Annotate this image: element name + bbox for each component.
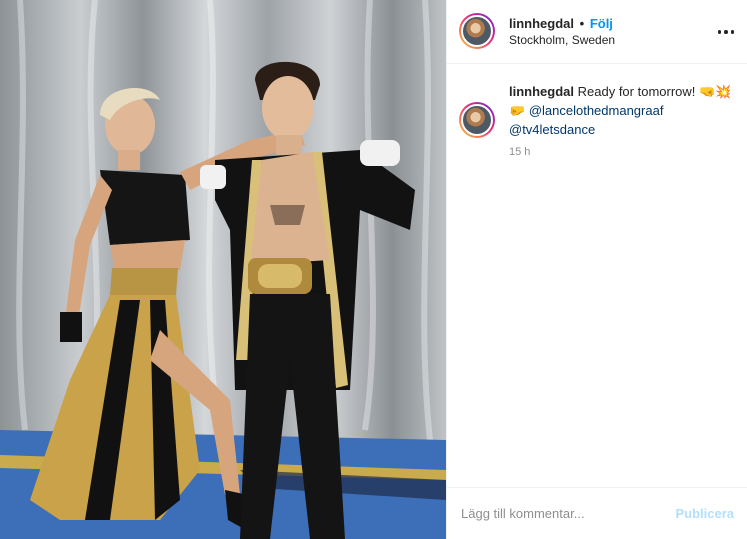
- mention-link[interactable]: @lancelothedmangraaf: [529, 103, 664, 118]
- profile-avatar[interactable]: [459, 13, 495, 49]
- photo-illustration: [0, 0, 446, 539]
- caption-text-block: linnhegdal Ready for tomorrow! 🤜💥🤛 @lanc…: [509, 82, 739, 139]
- add-comment-bar: Lägg till kommentar... Publicera: [447, 487, 747, 539]
- post-header: linnhegdal • Följ Stockholm, Sweden: [447, 0, 747, 64]
- post-details-panel: linnhegdal • Följ Stockholm, Sweden linn…: [446, 0, 747, 539]
- more-options-icon[interactable]: [714, 22, 738, 42]
- header-user-line: linnhegdal • Följ: [509, 16, 613, 31]
- follow-button[interactable]: Följ: [590, 16, 613, 31]
- post-photo[interactable]: [0, 0, 446, 539]
- caption-avatar[interactable]: [459, 102, 495, 138]
- publish-button[interactable]: Publicera: [675, 506, 747, 521]
- post-dialog: linnhegdal • Följ Stockholm, Sweden linn…: [0, 0, 747, 539]
- mention-link[interactable]: @tv4letsdance: [509, 122, 595, 137]
- caption-username[interactable]: linnhegdal: [509, 84, 574, 99]
- comment-input[interactable]: Lägg till kommentar...: [447, 506, 675, 521]
- header-username[interactable]: linnhegdal: [509, 16, 574, 31]
- post-timestamp[interactable]: 15 h: [509, 146, 530, 158]
- separator-dot: •: [579, 16, 585, 31]
- post-location[interactable]: Stockholm, Sweden: [509, 33, 615, 47]
